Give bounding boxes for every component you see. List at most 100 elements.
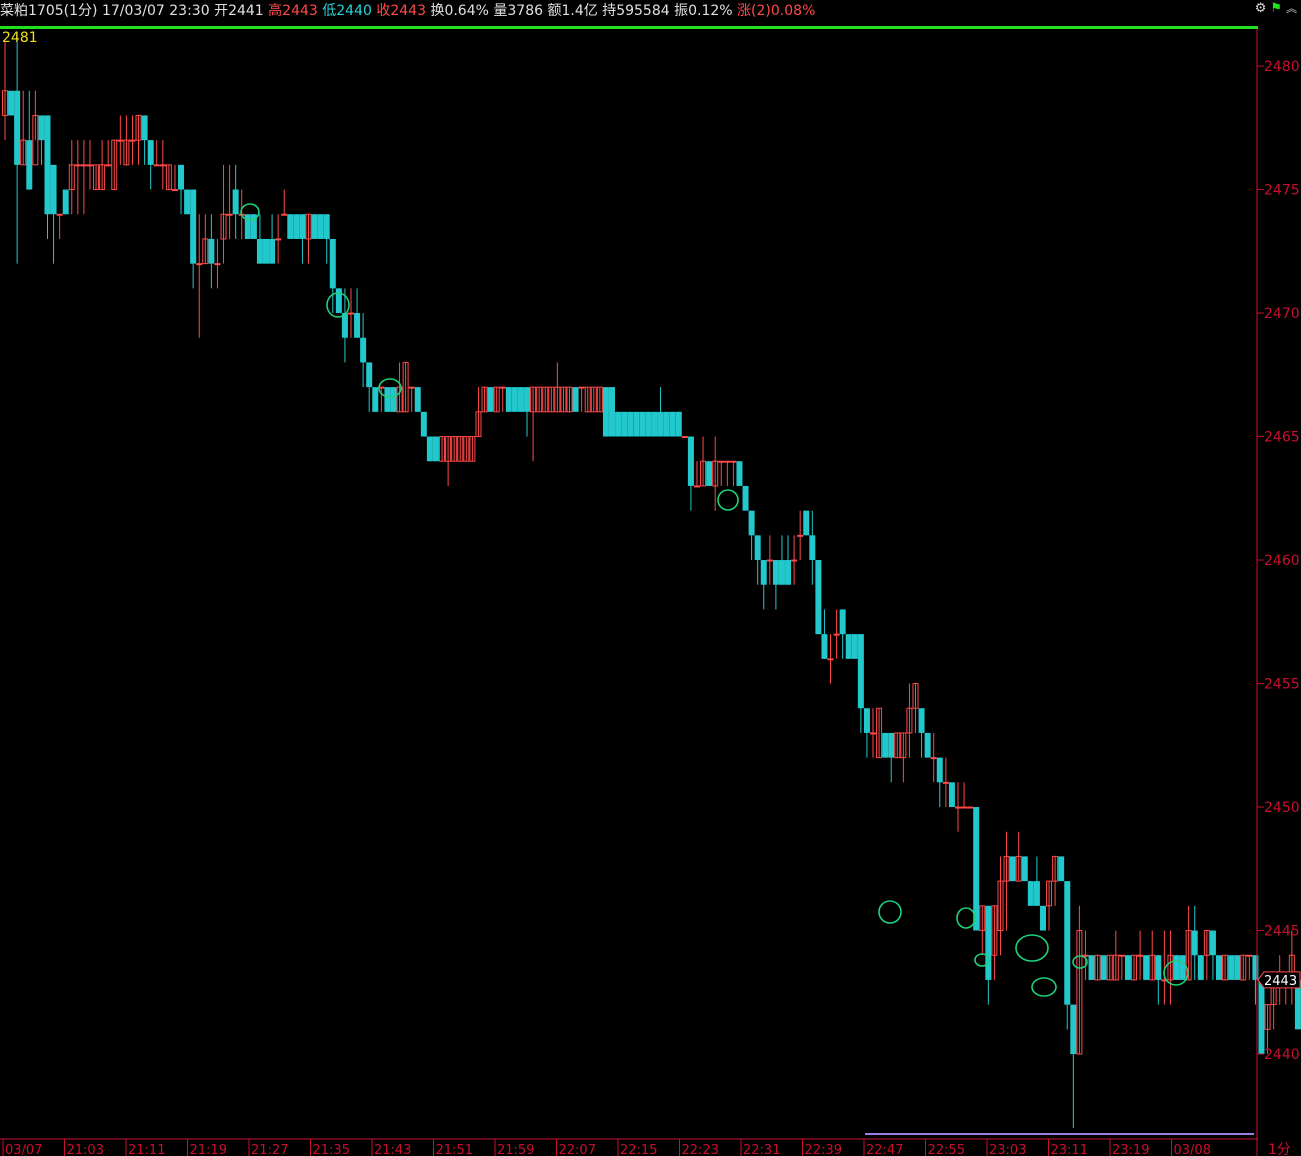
candle-body <box>851 634 858 659</box>
candle-body <box>1179 955 1186 980</box>
candle-body <box>772 560 779 585</box>
candlestick-chart[interactable]: 2480 2475 2470 2465 2460 2455 2450 2445 2440 03/0… <box>0 0 1301 1156</box>
candle <box>317 214 324 239</box>
candle-body <box>44 115 51 215</box>
candle <box>918 708 925 758</box>
x-tick-label: 22:15 <box>620 1143 657 1156</box>
candle-body <box>196 263 203 266</box>
candle <box>936 757 943 808</box>
candle-body <box>178 164 185 190</box>
candle <box>615 411 622 437</box>
candle-body <box>651 411 658 437</box>
candle-body <box>263 238 270 264</box>
candle-body <box>609 387 615 437</box>
candle <box>803 510 810 536</box>
y-tick-label: 2445 <box>1264 924 1300 940</box>
y-tick-label: 2455 <box>1264 677 1300 693</box>
candle <box>930 732 937 783</box>
y-tick-label: 2465 <box>1264 430 1300 446</box>
candle <box>645 411 652 437</box>
candle <box>1027 881 1034 906</box>
candle-body <box>129 139 136 142</box>
candle-body <box>918 708 925 733</box>
candle-body <box>74 164 81 167</box>
candle <box>942 757 949 808</box>
candle-body <box>718 460 725 463</box>
candle-body <box>1137 954 1144 957</box>
candle-body <box>184 189 191 215</box>
candle <box>269 214 276 264</box>
candle <box>311 214 318 239</box>
candle-body <box>14 90 21 165</box>
candle-body <box>754 535 761 561</box>
candle <box>147 140 154 190</box>
candle-body <box>803 510 810 536</box>
candle <box>906 683 913 758</box>
candle <box>961 782 968 809</box>
period-button[interactable]: 1分 <box>1268 1142 1291 1156</box>
candle <box>1088 955 1095 980</box>
candle <box>627 411 634 437</box>
candle <box>912 683 919 733</box>
candle-body <box>827 658 834 661</box>
candle <box>347 288 354 338</box>
candle <box>86 140 93 190</box>
candle <box>1155 955 1162 1005</box>
candle <box>105 140 112 167</box>
candle <box>754 535 761 585</box>
candle <box>1118 954 1125 980</box>
x-tick-label: 23:19 <box>1112 1143 1149 1156</box>
candle <box>293 214 300 239</box>
candle-body <box>1070 1004 1077 1055</box>
candle-body <box>511 387 518 412</box>
candle-body <box>961 806 968 809</box>
candle-body <box>730 460 737 463</box>
candle-body <box>524 387 531 412</box>
candle-body <box>517 387 524 412</box>
candle <box>833 609 840 659</box>
candle <box>1070 1004 1077 1129</box>
candle <box>954 782 961 832</box>
candle-body <box>621 411 628 437</box>
candle <box>602 387 609 437</box>
candle-body <box>153 164 160 167</box>
candle <box>299 214 306 264</box>
candle <box>1058 856 1065 882</box>
candle-body <box>244 214 251 239</box>
candle-body <box>390 387 397 412</box>
candle <box>153 140 160 167</box>
candle-body <box>645 411 652 437</box>
candle <box>888 732 895 783</box>
candle-body <box>839 609 846 635</box>
candle <box>329 238 336 314</box>
candle <box>439 436 446 462</box>
candle-body <box>1021 856 1028 882</box>
candle <box>8 90 15 116</box>
candle-body <box>936 757 943 783</box>
candle <box>863 708 870 758</box>
candle-body <box>226 213 233 216</box>
candle-body <box>408 386 415 389</box>
candle <box>372 387 379 412</box>
candle-body <box>80 164 87 167</box>
candle-body <box>797 534 804 537</box>
candle-body <box>1191 930 1198 956</box>
candle <box>706 461 713 486</box>
candle-body <box>1209 930 1216 956</box>
candle <box>1288 930 1295 1005</box>
candle-body <box>1216 955 1222 980</box>
candle <box>1222 954 1229 981</box>
candle-body <box>615 411 622 437</box>
candle <box>1003 831 1010 931</box>
candle <box>414 387 421 412</box>
candle <box>566 386 573 413</box>
candle <box>93 164 100 191</box>
candle <box>797 510 804 561</box>
candle <box>548 386 555 413</box>
candle <box>129 115 136 165</box>
candle <box>354 288 361 338</box>
x-tick-label: 21:19 <box>190 1143 227 1156</box>
candle-body <box>942 781 949 784</box>
candle <box>44 115 51 239</box>
candle <box>821 609 828 659</box>
